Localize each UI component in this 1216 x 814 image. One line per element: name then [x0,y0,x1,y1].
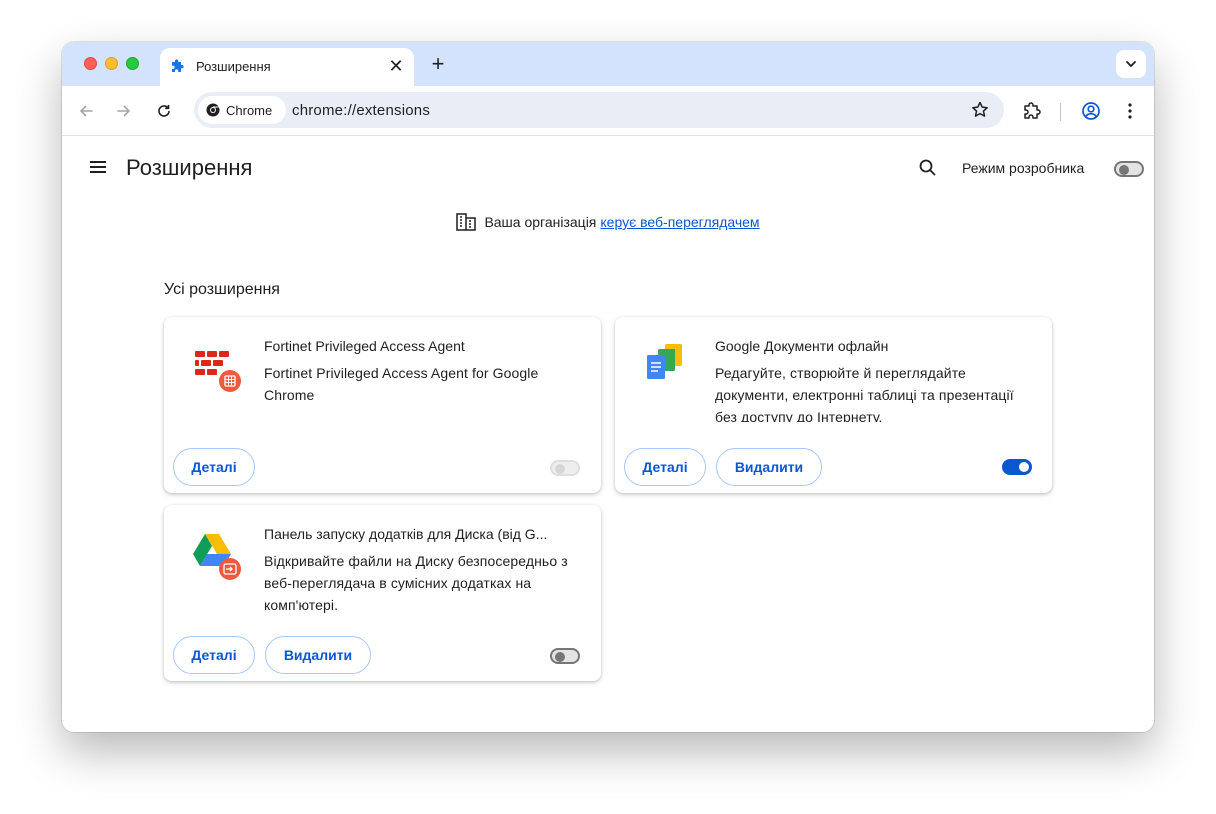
toolbar-divider [1060,103,1061,121]
back-arrow-icon [79,105,93,117]
reload-icon [158,105,170,117]
toggle-knob [555,652,565,662]
address-bar[interactable]: Chrome chrome://extensions [194,92,1004,128]
chevron-down-icon [1126,61,1136,68]
extension-enable-toggle[interactable] [550,648,580,664]
extension-description: Відкривайте файли на Диску безпосередньо… [264,553,568,613]
more-vert-icon [1128,103,1132,119]
details-button[interactable]: Деталі [173,636,255,674]
puzzle-icon [170,58,186,74]
managed-link[interactable]: керує веб-переглядачем [600,214,759,230]
toggle-knob [1019,462,1029,472]
extensions-button[interactable] [1018,97,1046,125]
building-icon [456,213,477,231]
google-drive-logo-icon [192,531,244,583]
bookmark-star-icon[interactable] [970,100,990,120]
puzzle-icon [1024,102,1041,119]
chrome-menu-button[interactable] [1116,97,1144,125]
avatar-icon [1082,102,1100,120]
tab-strip: Розширення ✕ + [62,42,1154,86]
forward-arrow-icon [117,105,131,117]
extension-enable-toggle[interactable] [550,460,580,476]
toolbar: Chrome chrome://extensions [62,86,1154,136]
toggle-knob [555,464,565,474]
zoom-window-button[interactable] [126,57,139,70]
extension-name: Панель запуску додатків для Диска (від G… [264,526,548,542]
new-tab-button[interactable]: + [426,52,450,76]
toggle-knob [1119,165,1129,175]
details-button[interactable]: Деталі [624,448,706,486]
extension-description: Редагуйте, створюйте й переглядайте доку… [715,365,1014,422]
extension-enable-toggle[interactable] [1002,459,1032,475]
remove-button[interactable]: Видалити [265,636,371,674]
extension-description: Fortinet Privileged Access Agent for Goo… [264,365,539,403]
extension-card-fortinet: Fortinet Privileged Access Agent Fortine… [164,317,601,493]
extension-name: Fortinet Privileged Access Agent [264,338,465,354]
tab-extensions[interactable]: Розширення ✕ [160,48,414,86]
tab-search-button[interactable] [1116,50,1146,78]
chrome-logo-icon [206,103,220,117]
extensions-page: Розширення Режим розробника Ваша організ… [62,137,1154,732]
search-icon[interactable] [918,158,938,178]
extension-card-google-docs-offline: Google Документи офлайн Редагуйте, створ… [615,317,1052,493]
back-button[interactable] [72,97,100,125]
dev-mode-toggle[interactable] [1114,161,1144,177]
reload-button[interactable] [150,97,178,125]
chip-label: Chrome [226,102,273,118]
browser-window: Розширення ✕ + Chrome chrome://extension… [62,42,1154,732]
section-title: Усі розширення [164,281,280,298]
close-window-button[interactable] [84,57,97,70]
url-text[interactable]: chrome://extensions [292,102,430,119]
hamburger-menu-icon[interactable] [88,157,108,177]
site-info-chip[interactable]: Chrome [198,96,286,124]
fortinet-logo-icon [192,343,244,395]
extension-card-drive-launcher: Панель запуску додатків для Диска (від G… [164,505,601,681]
dev-mode-label: Режим розробника [962,160,1085,176]
google-docs-logo-icon [641,341,693,393]
profile-button[interactable] [1077,97,1105,125]
page-title: Розширення [126,155,253,180]
managed-notice: Ваша організація керує веб-переглядачем [62,213,1154,231]
details-button[interactable]: Деталі [173,448,255,486]
remove-button[interactable]: Видалити [716,448,822,486]
extension-name: Google Документи офлайн [715,338,889,354]
minimize-window-button[interactable] [105,57,118,70]
forward-button[interactable] [110,97,138,125]
tab-close-icon[interactable]: ✕ [386,56,406,76]
tab-title: Розширення [196,59,271,74]
managed-text: Ваша організація [484,214,597,230]
